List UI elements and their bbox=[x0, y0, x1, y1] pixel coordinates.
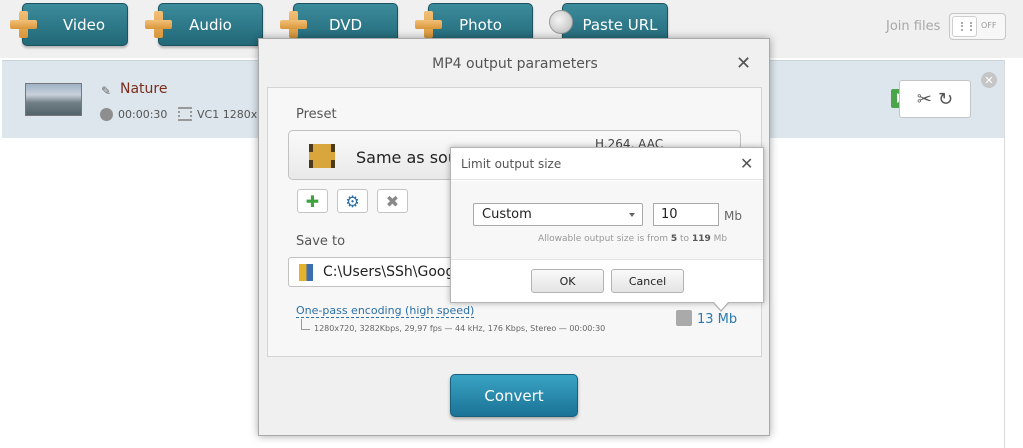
hint-unit: Mb bbox=[713, 234, 728, 244]
add-video-button[interactable]: Video bbox=[22, 3, 128, 46]
popup-pointer bbox=[713, 302, 729, 312]
hint-min: 5 bbox=[670, 234, 678, 244]
edit-button[interactable]: ✂ ↻ bbox=[899, 80, 971, 118]
pencil-icon[interactable]: ✎ bbox=[101, 84, 111, 98]
encoding-mode-link[interactable]: One-pass encoding (high speed) bbox=[296, 304, 475, 318]
chevron-down-icon bbox=[629, 213, 635, 217]
output-size-icon bbox=[676, 310, 692, 326]
gear-icon: ⚙ bbox=[345, 191, 360, 211]
join-files-label: Join files bbox=[886, 19, 941, 34]
ok-label: OK bbox=[559, 274, 576, 288]
film-icon bbox=[178, 107, 192, 121]
preset-name: Same as sou bbox=[356, 148, 458, 167]
file-duration: 00:00:30 bbox=[118, 108, 168, 121]
settings-button[interactable]: ⚙ bbox=[337, 189, 368, 213]
remove-file-icon[interactable]: ✕ bbox=[981, 72, 997, 88]
plus-icon bbox=[280, 11, 307, 38]
dialog-title: MP4 output parameters bbox=[432, 56, 598, 72]
add-preset-button[interactable]: ✚ bbox=[297, 189, 328, 213]
ok-button[interactable]: OK bbox=[531, 269, 604, 293]
popup-header: Limit output size ✕ bbox=[451, 148, 763, 180]
toggle-knob bbox=[952, 16, 977, 37]
size-unit: Mb bbox=[724, 209, 742, 223]
scrollbar-area[interactable] bbox=[1004, 60, 1023, 448]
encoding-details: 1280x720, 3282Kbps, 29,97 fps — 44 kHz, … bbox=[314, 324, 606, 333]
video-thumbnail bbox=[25, 83, 82, 116]
save-path-text: C:\Users\SSh\Goog bbox=[323, 264, 455, 280]
file-name[interactable]: Nature bbox=[120, 81, 167, 97]
clock-icon bbox=[100, 108, 113, 121]
cancel-label: Cancel bbox=[628, 274, 667, 288]
popup-title: Limit output size bbox=[461, 157, 562, 171]
plus-icon: ✚ bbox=[305, 191, 320, 211]
save-to-label: Save to bbox=[296, 234, 346, 249]
globe-icon bbox=[549, 10, 573, 34]
size-mode-value: Custom bbox=[482, 207, 532, 222]
preset-label: Preset bbox=[296, 107, 337, 122]
tree-connector bbox=[301, 319, 310, 330]
output-size-link[interactable]: 13 Mb bbox=[697, 312, 737, 327]
cancel-button[interactable]: Cancel bbox=[611, 269, 684, 293]
join-files-toggle[interactable]: OFF bbox=[949, 13, 1006, 40]
plus-icon bbox=[415, 11, 442, 38]
file-video-info: VC1 1280x7 bbox=[197, 108, 265, 121]
popup-body: Custom Mb Allowable output size is from … bbox=[451, 181, 763, 260]
convert-label: Convert bbox=[484, 386, 544, 405]
add-audio-label: Audio bbox=[189, 15, 232, 34]
size-mode-select[interactable]: Custom bbox=[473, 203, 643, 226]
delete-preset-button[interactable]: ✖ bbox=[377, 189, 408, 213]
allowable-size-hint: Allowable output size is from 5 to 119 M… bbox=[538, 234, 727, 244]
plus-icon bbox=[10, 11, 37, 38]
plus-icon bbox=[145, 11, 172, 38]
close-icon[interactable]: ✕ bbox=[740, 154, 753, 173]
toggle-state-label: OFF bbox=[981, 21, 997, 30]
add-video-label: Video bbox=[62, 15, 106, 34]
film-strip-icon bbox=[309, 144, 335, 168]
hint-prefix: Allowable output size is from bbox=[538, 234, 669, 244]
scissors-icon: ✂ bbox=[916, 88, 932, 110]
add-dvd-label: DVD bbox=[328, 15, 363, 34]
rotate-icon: ↻ bbox=[938, 88, 954, 110]
delete-icon: ✖ bbox=[385, 191, 400, 211]
hint-to: to bbox=[680, 234, 690, 244]
hint-max: 119 bbox=[691, 234, 711, 244]
size-input[interactable] bbox=[653, 203, 719, 226]
limit-output-size-popup: Limit output size ✕ Custom Mb Allowable … bbox=[450, 147, 764, 312]
close-icon[interactable]: ✕ bbox=[736, 53, 751, 74]
add-audio-button[interactable]: Audio bbox=[158, 3, 263, 46]
convert-button[interactable]: Convert bbox=[450, 374, 578, 417]
paste-url-label: Paste URL bbox=[582, 15, 658, 34]
folder-icon bbox=[299, 264, 313, 281]
add-photo-label: Photo bbox=[459, 15, 502, 34]
